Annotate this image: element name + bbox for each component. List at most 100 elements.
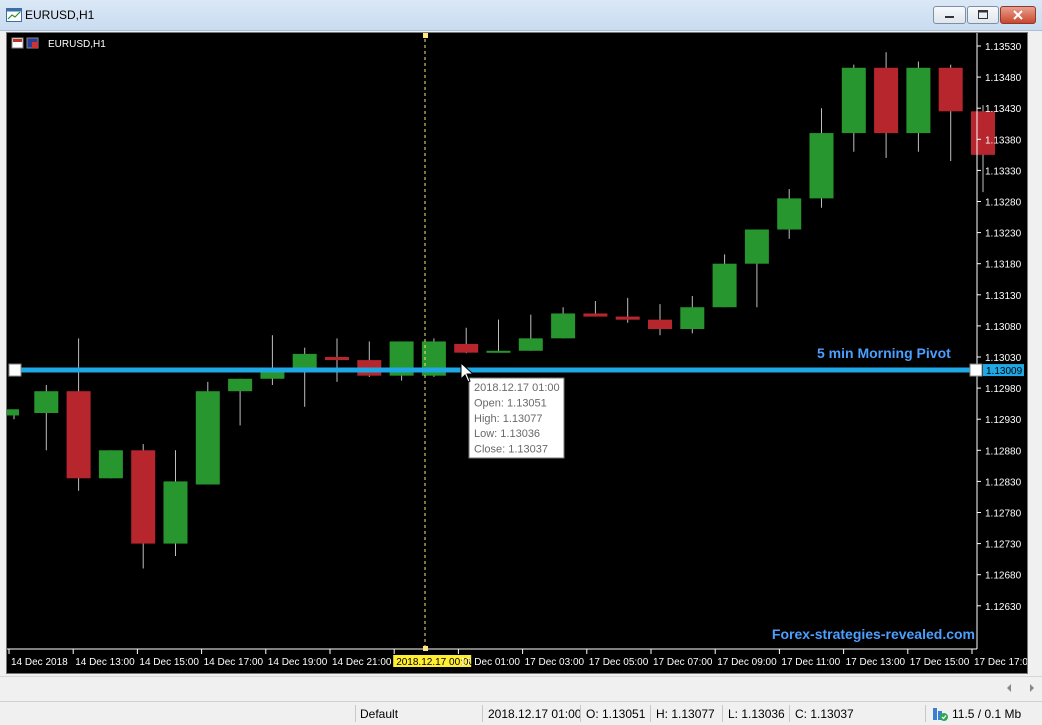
window-title: EURUSD,H1 [25, 8, 95, 22]
chart-area[interactable]: 1.13530 1.13480 1.13430 1.13380 1.13330 1.132… [6, 32, 1028, 674]
flag-stripe [32, 42, 38, 48]
bear-candle-body [131, 450, 156, 544]
bull-candle-body [518, 338, 543, 351]
bear-candle-body [938, 67, 963, 112]
scroll-left-icon[interactable] [1007, 684, 1011, 692]
candle[interactable] [454, 327, 479, 354]
price-tick-label: 1.12830 [985, 477, 1022, 488]
symbol-flags-icon [11, 37, 39, 49]
candle[interactable] [486, 319, 511, 353]
price-tick-label: 1.13280 [985, 198, 1022, 209]
maximize-button[interactable] [967, 6, 999, 24]
status-low: L: 1.13036 [728, 707, 785, 721]
status-separator [580, 705, 581, 722]
candle[interactable] [680, 296, 705, 334]
candle[interactable] [292, 347, 317, 407]
candle[interactable] [874, 52, 899, 158]
price-tick-label: 1.12880 [985, 446, 1022, 457]
bull-candle-body [680, 307, 705, 330]
time-tick-label: 17 Dec 05:00 [589, 657, 649, 668]
scroll-right-icon[interactable] [1030, 684, 1034, 692]
bull-candle-body [712, 263, 737, 308]
status-datetime: 2018.12.17 01:00 [488, 707, 582, 721]
time-tick-label: 14 Dec 15:00 [139, 657, 199, 668]
pivot-handle-left[interactable] [8, 363, 22, 377]
candle[interactable] [7, 409, 19, 420]
candle[interactable] [615, 297, 640, 323]
tooltip-line: Open: 1.13051 [474, 397, 547, 409]
candle[interactable] [325, 338, 349, 382]
pivot-handle-right[interactable] [969, 363, 983, 377]
time-tick-label: 17 Dec 11:00 [781, 657, 840, 668]
connection-status-icon[interactable] [932, 706, 948, 722]
price-tick-label: 1.12630 [985, 602, 1022, 613]
price-tick-label: 1.13130 [985, 291, 1022, 302]
candle[interactable] [938, 64, 963, 162]
candle[interactable] [66, 338, 91, 491]
price-tick-label: 1.12780 [985, 509, 1022, 520]
bull-candle-body [195, 391, 220, 485]
candle[interactable] [551, 307, 576, 339]
horizontal-scrollbar[interactable] [0, 676, 1042, 701]
candle[interactable] [583, 301, 608, 317]
symbol-label: EURUSD,H1 [48, 39, 106, 50]
bull-candle-body [551, 313, 576, 339]
bear-candle-body [648, 319, 672, 330]
bull-candle-body [744, 229, 769, 264]
bull-candle-body [228, 378, 253, 392]
candle[interactable] [260, 335, 285, 385]
price-tick-label: 1.12680 [985, 571, 1022, 582]
candle[interactable] [131, 444, 156, 569]
candle[interactable] [906, 61, 931, 152]
time-tick-label: 14 Dec 19:00 [268, 657, 328, 668]
time-tick-label: 17 Dec 07:00 [653, 657, 713, 668]
bull-candle-body [292, 353, 317, 370]
watermark-text: Forex-strategies-revealed.com [772, 626, 975, 642]
status-separator [925, 705, 926, 722]
bear-candle-body [971, 111, 995, 155]
time-tick-label: 17 Dec 01:00 [460, 657, 520, 668]
ohlc-tooltip: 2018.12.17 01:00 Open: 1.13051 High: 1.130… [468, 377, 565, 459]
crosshair-marker-bottom [423, 646, 428, 651]
bull-candle-body [777, 198, 802, 230]
candle[interactable] [648, 304, 672, 336]
candle[interactable] [228, 378, 253, 426]
time-tick-label: 14 Dec 17:00 [204, 657, 264, 668]
bear-candle-body [583, 313, 608, 317]
time-tick-label: 14 Dec 13:00 [75, 657, 135, 668]
candle[interactable] [34, 384, 59, 451]
price-tick-label: 1.13480 [985, 73, 1022, 84]
candle[interactable] [744, 229, 769, 308]
time-tick-label: 17 Dec 13:00 [846, 657, 906, 668]
candle[interactable] [195, 381, 220, 485]
status-separator [482, 705, 483, 722]
candle[interactable] [971, 105, 995, 193]
candle[interactable] [163, 450, 188, 557]
status-high: H: 1.13077 [656, 707, 715, 721]
price-tick-label: 1.13530 [985, 42, 1022, 53]
candle[interactable] [518, 314, 543, 351]
candle[interactable] [98, 450, 123, 479]
title-bar: EURUSD,H1 [0, 0, 1042, 31]
bear-candle-body [454, 343, 479, 353]
price-tick-label: 1.12930 [985, 415, 1022, 426]
bull-candle-body [98, 450, 123, 479]
minimize-button[interactable] [933, 6, 966, 24]
candle[interactable] [712, 254, 737, 308]
candle[interactable] [841, 64, 866, 152]
candle[interactable] [389, 341, 414, 381]
status-profile[interactable]: Default [360, 707, 398, 721]
candle[interactable] [777, 189, 802, 239]
price-tick-label: 1.13430 [985, 104, 1022, 115]
price-tick-label: 1.13330 [985, 166, 1022, 177]
bull-candle-body [486, 350, 511, 353]
price-tick-label: 1.13180 [985, 260, 1022, 271]
status-separator [722, 705, 723, 722]
candlestick-chart[interactable]: 1.13530 1.13480 1.13430 1.13380 1.13330 1.132… [7, 33, 1027, 673]
candle[interactable] [809, 108, 834, 208]
tooltip-line: Close: 1.13037 [474, 444, 548, 456]
close-button[interactable] [1000, 6, 1036, 24]
tooltip-line: 2018.12.17 01:00 [474, 382, 560, 394]
time-tick-label: 17 Dec 17:00 [974, 657, 1027, 668]
status-separator [355, 705, 356, 722]
